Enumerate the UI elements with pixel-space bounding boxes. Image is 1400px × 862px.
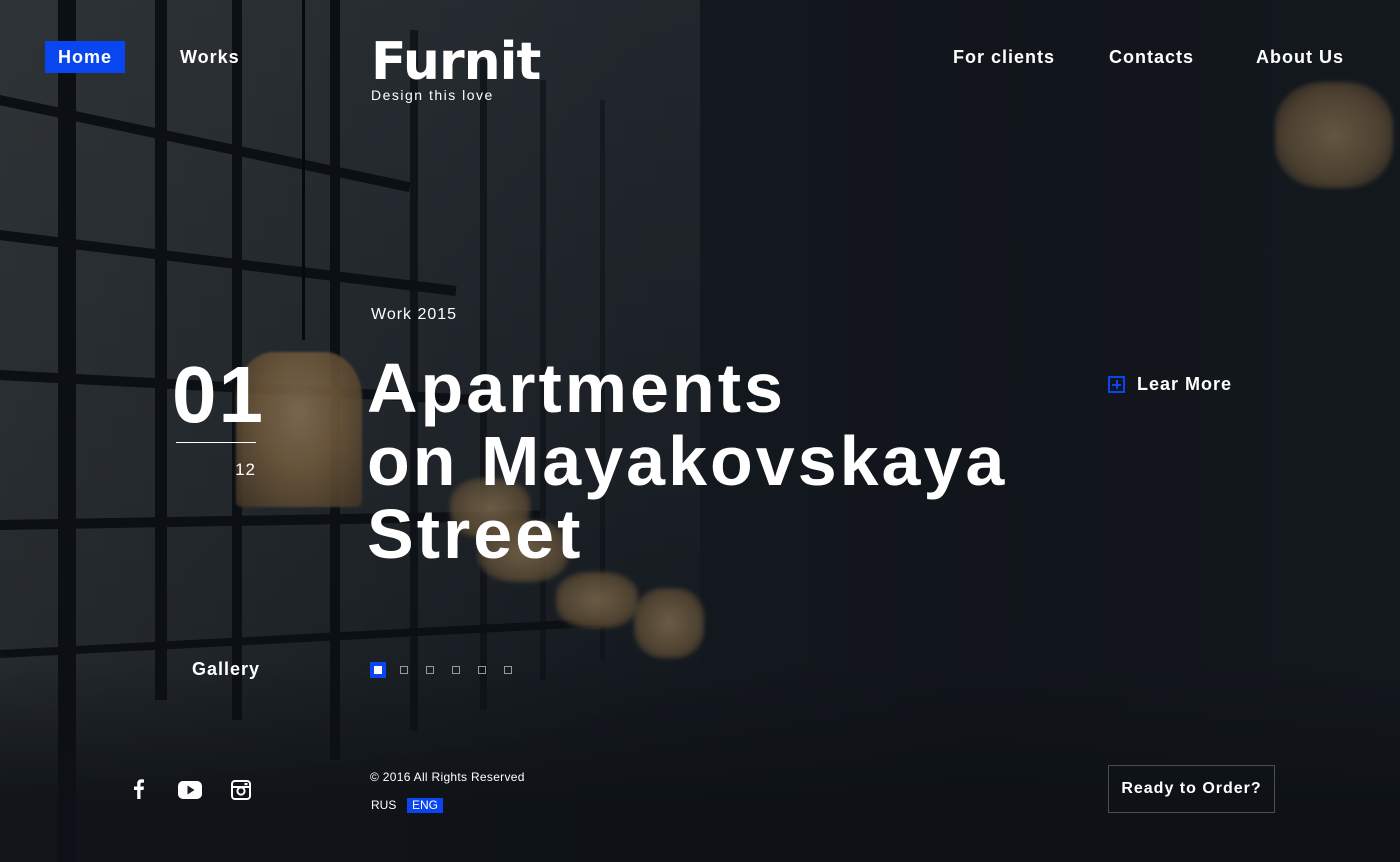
headline-line: Apartments [367,349,786,427]
lang-rus[interactable]: RUS [371,798,396,813]
pager-dot[interactable] [426,666,434,674]
nav-home[interactable]: Home [45,41,126,73]
slide-counter-current: 01 [172,350,265,439]
learn-more-label: Lear More [1137,374,1233,394]
pager-dot[interactable] [504,666,512,674]
nav-contacts[interactable]: Contacts [1109,41,1194,73]
headline-line: on Mayakovskaya [367,422,1008,500]
pager-dot[interactable] [452,666,460,674]
nav-for-clients[interactable]: For clients [953,41,1055,73]
slide-headline: Apartments on Mayakovskaya Street [367,352,1027,571]
slide-counter: 01 12 [172,350,265,480]
plus-square-icon [1108,376,1125,393]
facebook-icon[interactable] [134,779,144,804]
slide-eyebrow: Work 2015 [371,306,458,323]
headline-line: Street [367,495,584,573]
nav-about-us[interactable]: About Us [1256,41,1344,73]
slide-counter-total: 12 [235,460,256,479]
gallery-link[interactable]: Gallery [192,659,260,680]
learn-more-link[interactable]: Lear More [1108,374,1232,395]
pager-dot[interactable] [370,662,386,678]
ready-to-order-button[interactable]: Ready to Order? [1108,765,1275,813]
lang-eng[interactable]: ENG [407,798,444,813]
pager-dot[interactable] [478,666,486,674]
logo[interactable]: Furnit Design this love [371,32,541,102]
copyright-text: © 2016 All Rights Reserved [370,770,525,784]
pager-dot[interactable] [400,666,408,674]
nav-works[interactable]: Works [180,41,240,73]
instagram-icon[interactable] [231,780,251,805]
slide-pager [370,662,530,678]
logo-wordmark: Furnit [371,32,541,92]
youtube-icon[interactable] [178,781,202,804]
slide-counter-divider [176,442,256,443]
